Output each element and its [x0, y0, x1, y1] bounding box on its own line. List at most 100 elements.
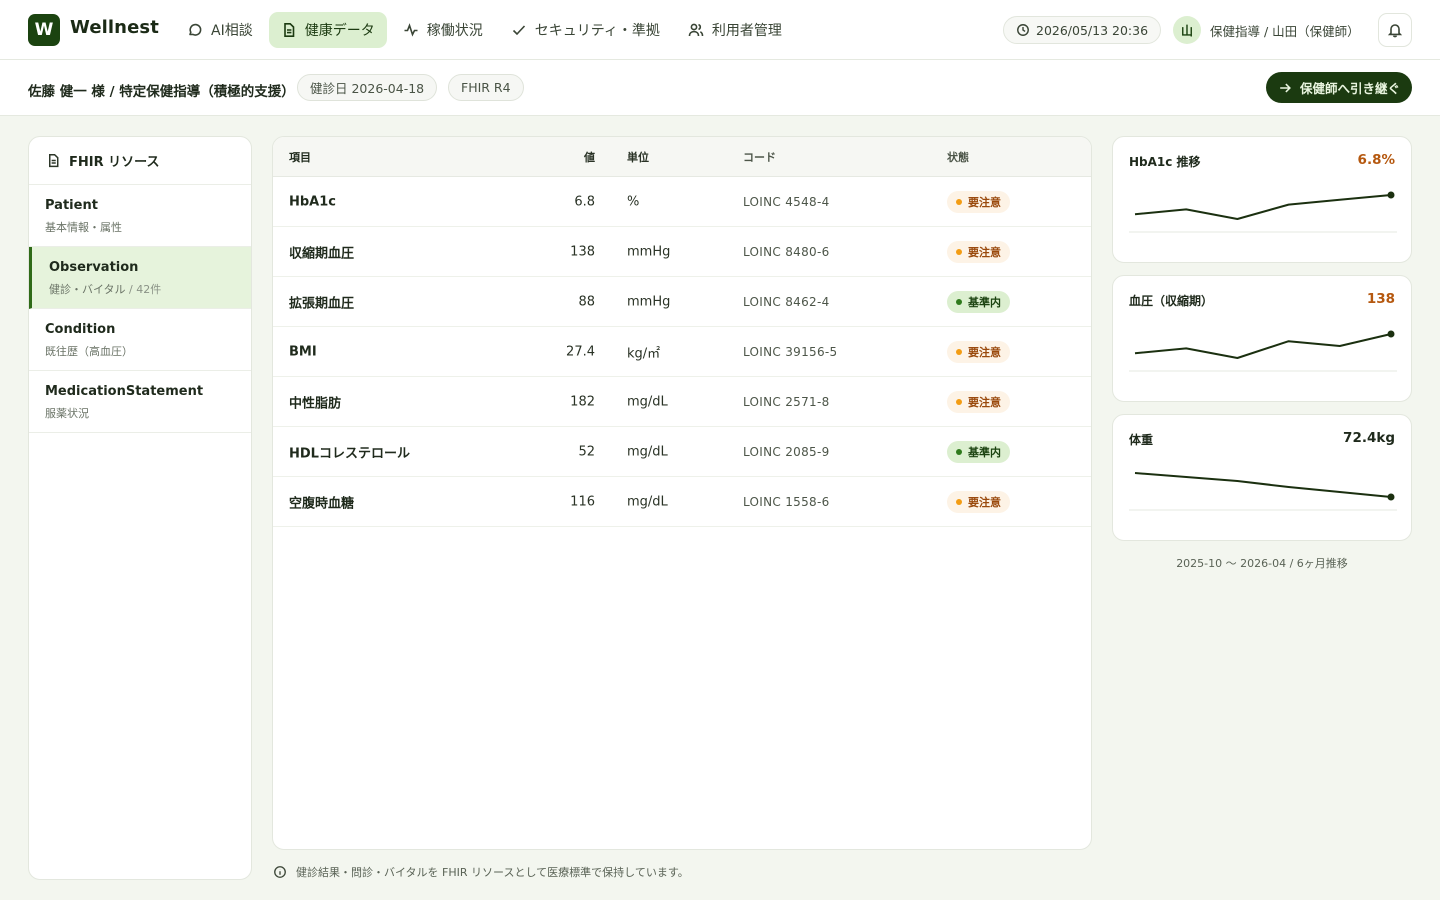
info-icon: [274, 866, 286, 878]
resource-item-condition[interactable]: Condition 既往歴（高血圧）: [29, 309, 251, 371]
trend-current-value: 72.4kg: [1343, 430, 1395, 446]
sparkline-series: [1134, 194, 1392, 220]
status-badge: 要注意: [947, 190, 1010, 213]
cell-value: 182: [570, 394, 595, 409]
cell-item: HDLコレステロール: [289, 446, 410, 461]
trend-title: HbA1c 推移: [1129, 155, 1201, 169]
cell-item: BMI: [289, 344, 317, 359]
status-text: 要注意: [968, 245, 1001, 259]
table-row[interactable]: HbA1c 6.8% LOINC 4548-4 要注意: [273, 177, 1091, 227]
cell-unit: mg/dL: [627, 494, 668, 509]
status-badge: 要注意: [947, 240, 1010, 263]
resource-title: Condition: [45, 322, 116, 337]
app-logo[interactable]: W: [28, 14, 60, 46]
status-dot: [956, 398, 962, 405]
datetime-display: 2026/05/13 20:36: [1003, 16, 1162, 44]
sparkline-last-point: [1387, 191, 1395, 199]
document-icon: [283, 23, 295, 37]
table-row[interactable]: 空腹時血糖 116 mg/dL LOINC 1558-6 要注意: [273, 477, 1091, 527]
trend-current-value: 138: [1366, 291, 1395, 307]
status-dot: [956, 248, 962, 255]
bell-icon: [1387, 24, 1403, 38]
cell-code: LOINC 8462-4: [743, 294, 830, 309]
nav-user-management[interactable]: 利用者管理: [676, 12, 794, 48]
resource-panel-title: FHIR リソース: [69, 155, 160, 170]
resource-item-medication-statement[interactable]: MedicationStatement 服薬状況: [29, 371, 251, 433]
info-footnote: 健診結果・問診・バイタルを FHIR リソースとして医療標準で保持しています。: [273, 864, 689, 880]
status-badge: 要注意: [947, 340, 1010, 363]
table-row[interactable]: 拡張期血圧 88 mmHg LOINC 8462-4 基準内: [273, 277, 1091, 327]
status-dot: [956, 448, 962, 455]
trend-title: 血圧（収縮期）: [1129, 294, 1214, 308]
header-value: 値: [584, 150, 595, 164]
avatar: 山: [1173, 16, 1201, 44]
sparkline-last-point: [1387, 330, 1395, 338]
trend-card[interactable]: 血圧（収縮期） 138: [1112, 275, 1412, 402]
cell-code: LOINC 8480-6: [743, 244, 830, 259]
status-text: 要注意: [968, 345, 1001, 359]
check-icon: [512, 25, 525, 36]
resource-item-observation[interactable]: Observation 健診・バイタル / 42件: [29, 247, 251, 309]
cell-unit: mmHg: [627, 244, 671, 259]
status-badge: 要注意: [947, 490, 1010, 513]
cell-value: 52: [578, 444, 595, 459]
activity-icon: [404, 23, 418, 37]
cell-value: 27.4: [566, 344, 595, 359]
status-text: 基準内: [968, 445, 1001, 459]
resource-subtitle: 健診・バイタル / 42件: [49, 281, 235, 297]
status-badge: 基準内: [947, 440, 1010, 463]
table-row[interactable]: 中性脂肪 182 mg/dL LOINC 2571-8 要注意: [273, 377, 1091, 427]
nav-label: セキュリティ・準拠: [534, 23, 660, 39]
resource-subtitle-text: 健診・バイタル: [49, 283, 126, 296]
cell-unit: %: [627, 194, 640, 209]
resource-subtitle: 基本情報・属性: [45, 221, 122, 234]
sparkline-chart: [1129, 191, 1397, 233]
status-dot: [956, 298, 962, 305]
nav-label: AI相談: [211, 23, 253, 39]
cell-item: HbA1c: [289, 194, 336, 209]
trend-title: 体重: [1129, 433, 1154, 447]
nav-security-compliance[interactable]: セキュリティ・準拠: [499, 12, 672, 48]
cell-unit: kg/㎡: [627, 346, 661, 361]
handoff-button[interactable]: 保健師へ引き継ぐ: [1266, 72, 1412, 103]
nav-operation-status[interactable]: 稼働状況: [391, 12, 495, 48]
trend-card[interactable]: 体重 72.4kg: [1112, 414, 1412, 541]
observation-table: 項目 値 単位 コード 状態 HbA1c 6.8% LOINC 4548-4 要注意収…: [272, 136, 1092, 850]
handoff-label: 保健師へ引き継ぐ: [1299, 81, 1400, 96]
sparkline-series: [1134, 333, 1392, 359]
patient-header: 佐藤 健一 様 / 特定保健指導（積極的支援） 健診日 2026-04-18 F…: [0, 60, 1440, 116]
fhir-resource-panel: FHIR リソース Patient 基本情報・属性 Observation 健診…: [28, 136, 252, 880]
datetime-text: 2026/05/13 20:36: [1036, 22, 1149, 38]
cell-unit: mmHg: [627, 294, 671, 309]
resource-subtitle: 服薬状況: [45, 407, 89, 420]
table-row[interactable]: 収縮期血圧 138 mmHg LOINC 8480-6 要注意: [273, 227, 1091, 277]
table-row[interactable]: BMI 27.4 kg/㎡ LOINC 39156-5 要注意: [273, 327, 1091, 377]
top-navigation: W Wellnest AI相談 健康データ 稼働状況 セキュリティ・準拠 利用者…: [0, 0, 1440, 60]
nav-ai-consult[interactable]: AI相談: [175, 12, 265, 48]
resource-title: MedicationStatement: [45, 384, 204, 399]
clock-icon: [1017, 24, 1029, 36]
table-row[interactable]: HDLコレステロール 52 mg/dL LOINC 2085-9 基準内: [273, 427, 1091, 477]
sparkline-chart: [1129, 472, 1397, 511]
trend-current-value: 6.8%: [1357, 152, 1395, 168]
cell-code: LOINC 4548-4: [743, 194, 830, 209]
cell-item: 拡張期血圧: [289, 296, 355, 311]
resource-item-patient[interactable]: Patient 基本情報・属性: [29, 185, 251, 247]
table-body: HbA1c 6.8% LOINC 4548-4 要注意 収縮期血圧 138 mmHg LOIN…: [273, 177, 1091, 527]
status-text: 要注意: [968, 195, 1001, 209]
patient-title: 佐藤 健一 様 / 特定保健指導（積極的支援）: [28, 84, 295, 100]
main-nav: AI相談 健康データ 稼働状況 セキュリティ・準拠 利用者管理: [175, 12, 794, 48]
exam-date-chip: 健診日 2026-04-18: [297, 74, 438, 101]
user-menu[interactable]: 山 保健指導 / 山田（保健師）: [1173, 16, 1360, 44]
trend-card[interactable]: HbA1c 推移 6.8%: [1112, 136, 1412, 263]
nav-health-data[interactable]: 健康データ: [268, 12, 387, 48]
nav-label: 健康データ: [304, 23, 375, 39]
cell-code: LOINC 39156-5: [743, 344, 838, 359]
footnote-text: 健診結果・問診・バイタルを FHIR リソースとして医療標準で保持しています。: [296, 866, 689, 879]
cell-value: 138: [570, 244, 595, 259]
resource-title: Patient: [45, 198, 98, 213]
status-text: 要注意: [968, 395, 1001, 409]
notification-button[interactable]: [1378, 13, 1412, 47]
app-name: Wellnest: [70, 17, 159, 38]
status-text: 基準内: [968, 295, 1001, 309]
